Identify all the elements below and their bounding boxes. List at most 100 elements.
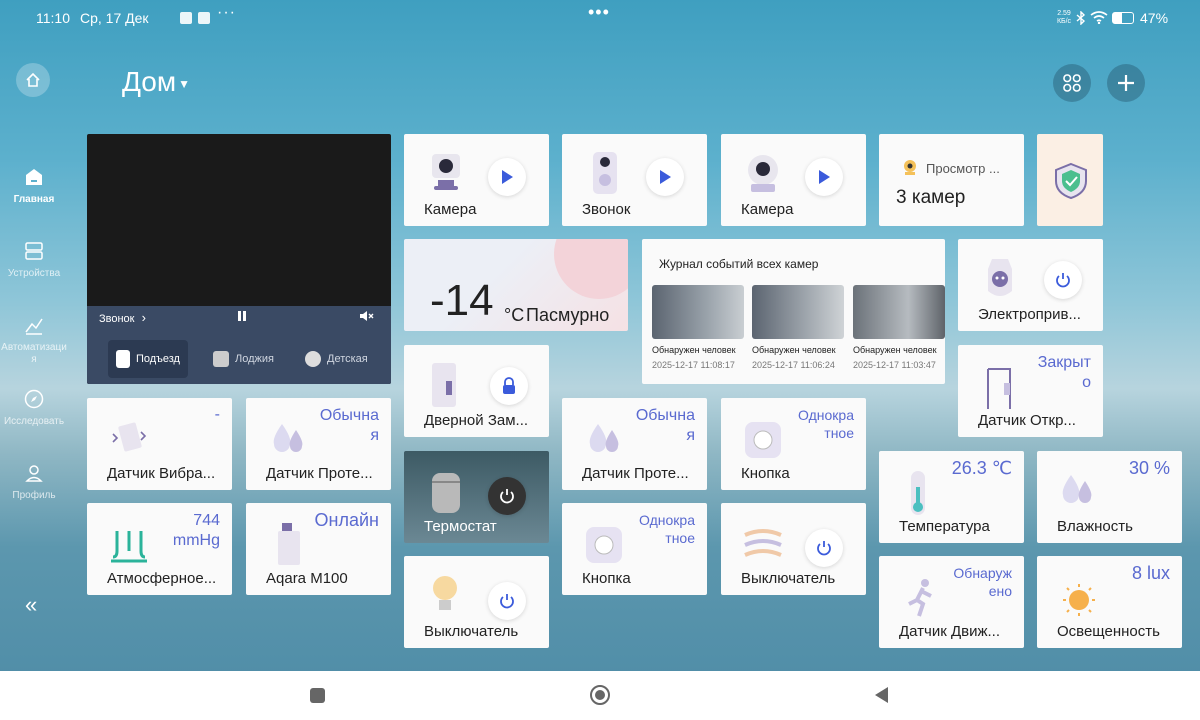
nav-profile[interactable]: Профиль	[0, 462, 68, 501]
leak-sensor-card[interactable]: Обычна я Датчик Проте...	[562, 398, 707, 490]
nav-explore[interactable]: Исследовать	[0, 388, 68, 427]
collapse-sidebar-button[interactable]: «	[25, 592, 37, 618]
home-selector[interactable]: Дом ▼	[122, 66, 190, 98]
humidity-card[interactable]: 30 % Влажность	[1037, 451, 1182, 543]
door-lock-card[interactable]: Дверной Зам...	[404, 345, 549, 437]
camera-overview-card[interactable]: Просмотр ... 3 камер	[879, 134, 1024, 226]
thermostat-card[interactable]: Термостат	[404, 451, 549, 543]
switch-card[interactable]: Выключатель	[404, 556, 549, 648]
motion-state: Обнаруж ено	[953, 565, 1012, 599]
battery-icon	[1112, 12, 1134, 24]
pressure-card[interactable]: 744 mmHg Атмосферное...	[87, 503, 232, 595]
tab-entrance[interactable]: Подъезд	[108, 340, 188, 378]
nav-home[interactable]: Главная	[0, 166, 68, 205]
back-button[interactable]	[873, 686, 889, 704]
home-button[interactable]	[16, 63, 50, 97]
video-source-label[interactable]: Звонок ›	[99, 310, 146, 325]
card-name: Датчик Вибра...	[107, 465, 216, 482]
card-name: Дверной Зам...	[424, 412, 529, 429]
multitask-dots-icon[interactable]: •••	[588, 2, 610, 23]
tab-loggia[interactable]: Лоджия	[205, 340, 282, 378]
nav-label: Профиль	[12, 490, 56, 501]
nav-automation[interactable]: Автоматизация	[0, 314, 68, 366]
card-name: Датчик Движ...	[899, 623, 1001, 640]
grid-icon	[1063, 74, 1081, 92]
security-card[interactable]	[1037, 134, 1103, 226]
power-button[interactable]	[488, 477, 526, 515]
compass-icon	[23, 388, 45, 410]
play-button[interactable]	[488, 158, 526, 196]
play-button[interactable]	[805, 158, 843, 196]
water-drop-icon	[1062, 475, 1092, 503]
lock-icon	[503, 377, 515, 394]
grid-view-button[interactable]	[1053, 64, 1091, 102]
button-card[interactable]: Однокра тное Кнопка	[721, 398, 866, 490]
notification-icon	[198, 12, 210, 24]
play-icon	[819, 170, 830, 184]
home-filled-icon	[23, 166, 45, 188]
camera-card[interactable]: Камера	[404, 134, 549, 226]
drive-card[interactable]: Электроприв...	[958, 239, 1103, 331]
leak-sensor-card[interactable]: Обычна я Датчик Проте...	[246, 398, 391, 490]
vibration-state: -	[214, 406, 220, 423]
curtain-drive-icon	[988, 259, 1012, 296]
doorbell-icon	[116, 350, 130, 368]
play-button[interactable]	[646, 158, 684, 196]
event-thumbnail[interactable]	[652, 285, 744, 339]
pressure-icon	[111, 531, 147, 563]
wifi-icon	[1090, 11, 1108, 24]
nav-label: Исследовать	[3, 416, 65, 427]
button-card[interactable]: Однокра тное Кнопка	[562, 503, 707, 595]
tab-kids-room[interactable]: Детская	[297, 340, 376, 378]
camera-card[interactable]: Камера	[721, 134, 866, 226]
power-icon	[1056, 273, 1070, 288]
card-name: Выключатель	[424, 623, 519, 640]
event-time: 2025-12-17 11:08:17	[652, 360, 735, 370]
nav-label: Главная	[13, 194, 55, 205]
weather-unit: °C	[504, 305, 525, 325]
event-label: Обнаружен человек	[752, 345, 836, 355]
event-thumbnail[interactable]	[752, 285, 844, 339]
camera-icon	[748, 155, 778, 192]
contact-sensor-card[interactable]: Закрыт о Датчик Откр...	[958, 345, 1103, 437]
play-icon	[660, 170, 671, 184]
contact-state: Закрыт о	[1037, 354, 1091, 391]
add-button[interactable]	[1107, 64, 1145, 102]
switch-card[interactable]: Выключатель	[721, 503, 866, 595]
event-log-card[interactable]: Журнал событий всех камер Обнаружен чело…	[642, 239, 945, 384]
card-name: Термостат	[424, 518, 497, 535]
wireless-button-icon	[745, 422, 781, 458]
event-label: Обнаружен человек	[853, 345, 937, 355]
pause-icon[interactable]	[236, 310, 248, 322]
hub-icon	[278, 523, 300, 565]
power-button[interactable]	[1044, 261, 1082, 299]
recent-apps-button[interactable]	[310, 688, 325, 703]
event-thumbnail[interactable]	[853, 285, 945, 339]
temperature-card[interactable]: 26.3 ℃ Температура	[879, 451, 1024, 543]
card-name: Кнопка	[582, 570, 631, 587]
home-system-button[interactable]	[590, 685, 610, 705]
motion-sensor-card[interactable]: Обнаруж ено Датчик Движ...	[879, 556, 1024, 648]
more-notifications-icon: ···	[217, 4, 236, 21]
camera-live-view[interactable]: Звонок › Подъезд Лоджия Детская	[87, 134, 391, 384]
power-button[interactable]	[488, 582, 526, 620]
card-name: Датчик Откр...	[978, 412, 1076, 429]
devices-icon	[23, 240, 45, 262]
nav-devices[interactable]: Устройства	[0, 240, 68, 279]
doorbell-card[interactable]: Звонок	[562, 134, 707, 226]
weather-card[interactable]: -14 °C Пасмурно	[404, 239, 628, 331]
power-button[interactable]	[805, 529, 843, 567]
nav-label: Устройства	[7, 268, 61, 279]
illuminance-card[interactable]: 8 lux Освещенность	[1037, 556, 1182, 648]
lock-button[interactable]	[490, 367, 528, 405]
hub-card[interactable]: Онлайн Aqara M100	[246, 503, 391, 595]
vibration-sensor-card[interactable]: - Датчик Вибра...	[87, 398, 232, 490]
camera-count: 3 камер	[896, 187, 966, 208]
temperature-value: 26.3 ℃	[951, 458, 1012, 478]
hub-state: Онлайн	[314, 510, 379, 530]
play-icon	[502, 170, 513, 184]
power-icon	[817, 541, 831, 556]
card-name: Звонок	[582, 201, 631, 218]
mute-icon[interactable]	[359, 310, 375, 322]
battery-percent: 47%	[1140, 10, 1169, 26]
